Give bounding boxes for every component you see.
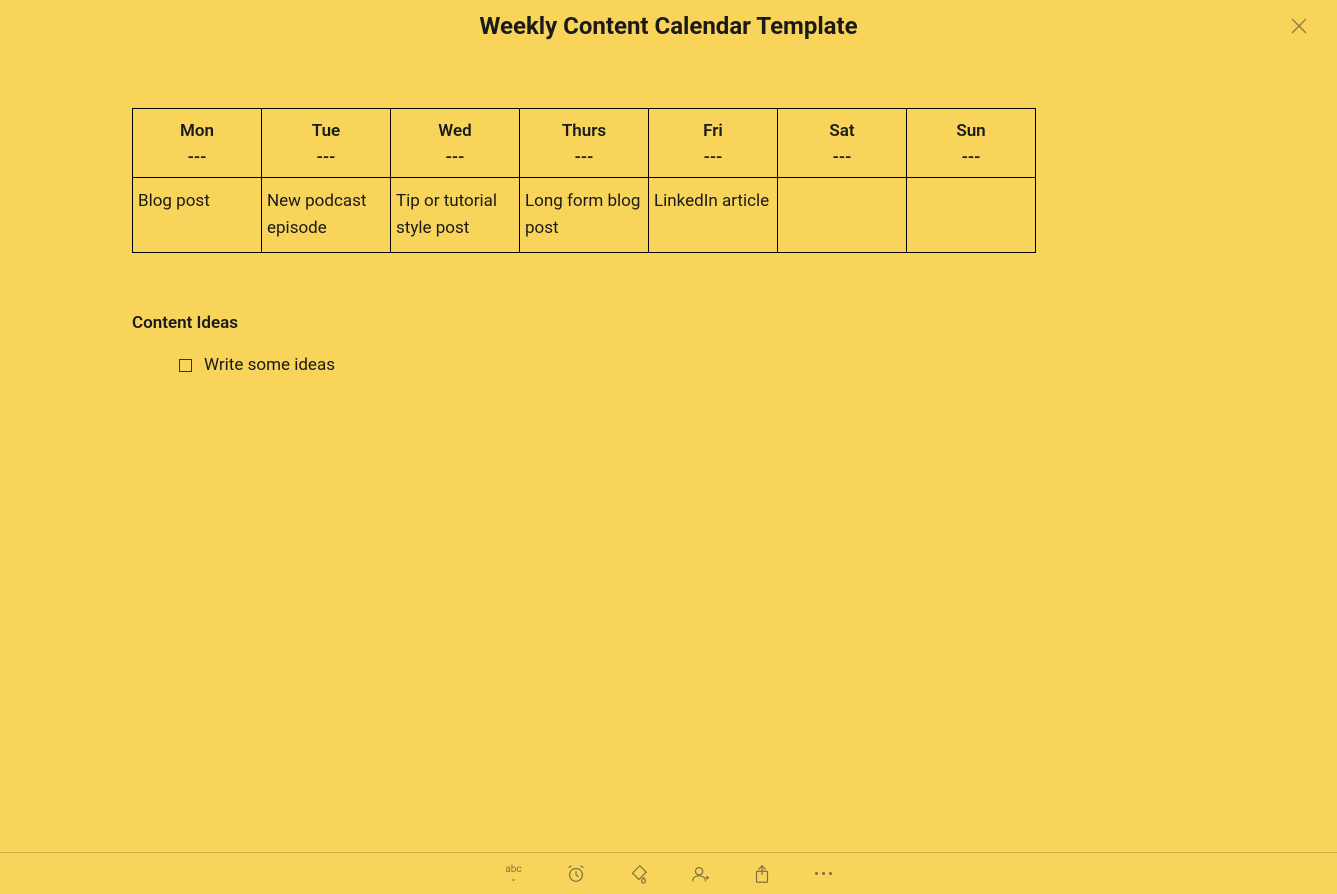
more-icon [815, 872, 832, 875]
day-cell-wed[interactable]: Tip or tutorial style post [391, 178, 520, 253]
day-cell-tue[interactable]: New podcast episode [262, 178, 391, 253]
collaborator-button[interactable] [689, 863, 711, 885]
share-button[interactable] [751, 863, 773, 885]
checklist: Write some ideas [132, 355, 1205, 375]
paint-bucket-icon [627, 863, 649, 885]
share-icon [751, 863, 773, 885]
day-sub: --- [525, 147, 643, 167]
spellcheck-icon: abc ⌄ [505, 865, 521, 883]
day-sub: --- [138, 147, 256, 167]
day-sub: --- [783, 147, 901, 167]
add-person-icon [689, 863, 711, 885]
day-cell-fri[interactable]: LinkedIn article [649, 178, 778, 253]
day-name: Tue [312, 121, 340, 141]
day-header-mon[interactable]: Mon --- [133, 109, 262, 178]
day-name: Fri [703, 121, 723, 141]
close-icon [1289, 16, 1309, 36]
close-button[interactable] [1289, 16, 1309, 36]
day-name: Sat [829, 121, 854, 141]
day-name: Mon [180, 121, 214, 141]
day-name: Sun [956, 121, 985, 141]
day-header-wed[interactable]: Wed --- [391, 109, 520, 178]
day-header-fri[interactable]: Fri --- [649, 109, 778, 178]
day-cell-sat[interactable] [778, 178, 907, 253]
content-ideas-heading[interactable]: Content Ideas [132, 313, 1205, 333]
calendar-header-row: Mon --- Tue --- Wed --- Thurs --- Fri --- Sat… [133, 109, 1036, 178]
weekly-calendar-table[interactable]: Mon --- Tue --- Wed --- Thurs --- Fri --- Sat… [132, 108, 1036, 253]
reminder-button[interactable] [565, 863, 587, 885]
day-header-sat[interactable]: Sat --- [778, 109, 907, 178]
checklist-item[interactable]: Write some ideas [179, 355, 1205, 375]
day-sub: --- [912, 147, 1030, 167]
day-cell-mon[interactable]: Blog post [133, 178, 262, 253]
calendar-content-row: Blog post New podcast episode Tip or tut… [133, 178, 1036, 253]
day-name: Thurs [562, 121, 606, 141]
day-sub: --- [396, 147, 514, 167]
day-sub: --- [267, 147, 385, 167]
day-name: Wed [438, 121, 471, 141]
spellcheck-button[interactable]: abc ⌄ [503, 863, 525, 885]
note-body[interactable]: Mon --- Tue --- Wed --- Thurs --- Fri --- Sat… [0, 108, 1337, 375]
day-header-thurs[interactable]: Thurs --- [520, 109, 649, 178]
color-button[interactable] [627, 863, 649, 885]
more-button[interactable] [813, 863, 835, 885]
day-header-sun[interactable]: Sun --- [907, 109, 1036, 178]
day-sub: --- [654, 147, 772, 167]
alarm-clock-icon [565, 863, 587, 885]
checklist-item-label: Write some ideas [204, 355, 335, 375]
note-header: Weekly Content Calendar Template [0, 0, 1337, 40]
day-cell-sun[interactable] [907, 178, 1036, 253]
note-title[interactable]: Weekly Content Calendar Template [0, 12, 1337, 40]
day-header-tue[interactable]: Tue --- [262, 109, 391, 178]
day-cell-thurs[interactable]: Long form blog post [520, 178, 649, 253]
checkbox-icon[interactable] [179, 359, 192, 372]
bottom-toolbar: abc ⌄ [0, 852, 1337, 894]
